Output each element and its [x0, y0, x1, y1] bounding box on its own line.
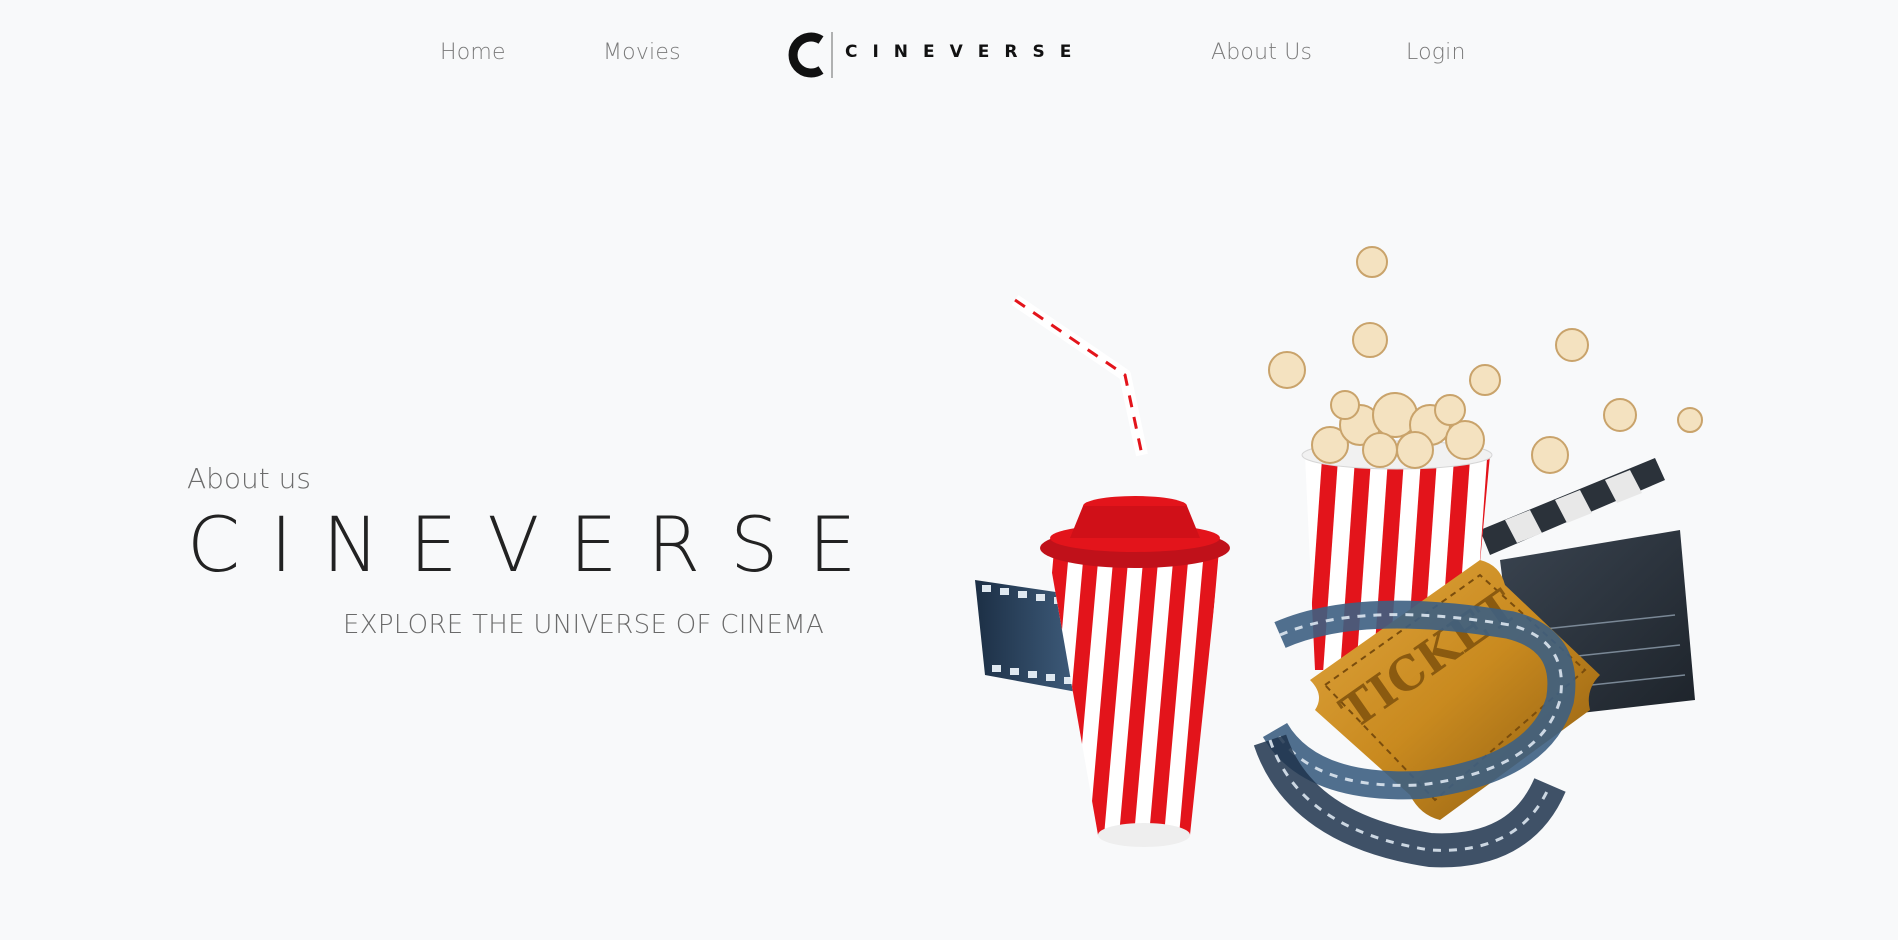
- logo-wordmark: CINEVERSE: [845, 42, 1087, 62]
- top-navigation: Home Movies CINEVERSE About Us Login: [0, 0, 1898, 110]
- cinema-illustration: TICKET: [975, 246, 1703, 868]
- hero-tagline: EXPLORE THE UNIVERSE OF CINEMA: [343, 610, 825, 640]
- logo-mark-icon: [788, 32, 833, 78]
- hero-eyebrow: About us: [187, 462, 312, 495]
- nav-link-login[interactable]: Login: [1406, 40, 1466, 65]
- nav-link-about-us[interactable]: About Us: [1211, 40, 1312, 65]
- brand-logo[interactable]: CINEVERSE: [785, 30, 1085, 80]
- nav-link-home[interactable]: Home: [440, 40, 506, 65]
- hero-title: CINEVERSE: [187, 500, 887, 589]
- nav-link-movies[interactable]: Movies: [603, 40, 681, 65]
- drink-cup-icon: [1011, 295, 1230, 847]
